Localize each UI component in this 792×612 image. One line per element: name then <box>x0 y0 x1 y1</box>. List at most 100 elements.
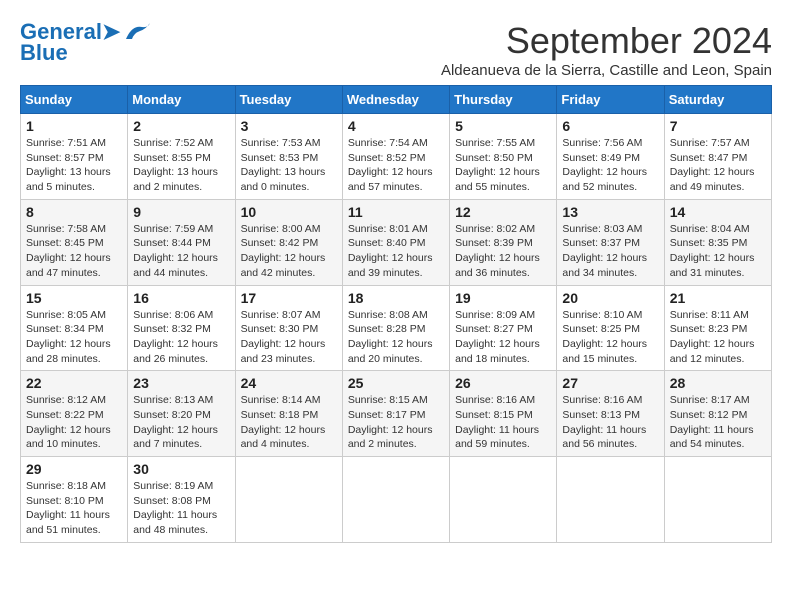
calendar-cell: 13 Sunrise: 8:03 AM Sunset: 8:37 PM Dayli… <box>557 199 664 285</box>
weekday-header-friday: Friday <box>557 86 664 114</box>
page-header: General➤ Blue September 2024 Aldeanueva … <box>20 20 772 79</box>
day-number: 8 <box>26 204 122 220</box>
day-number: 26 <box>455 375 551 391</box>
calendar-cell: 3 Sunrise: 7:53 AM Sunset: 8:53 PM Daylig… <box>235 114 342 200</box>
day-number: 15 <box>26 290 122 306</box>
weekday-header-tuesday: Tuesday <box>235 86 342 114</box>
day-number: 11 <box>348 204 444 220</box>
day-number: 13 <box>562 204 658 220</box>
day-info: Sunrise: 7:57 AM Sunset: 8:47 PM Dayligh… <box>670 136 766 195</box>
calendar-cell: 15 Sunrise: 8:05 AM Sunset: 8:34 PM Dayli… <box>21 285 128 371</box>
calendar-cell: 19 Sunrise: 8:09 AM Sunset: 8:27 PM Dayli… <box>450 285 557 371</box>
day-info: Sunrise: 8:14 AM Sunset: 8:18 PM Dayligh… <box>241 393 337 452</box>
calendar-cell: 20Sunrise: 8:10 AM Sunset: 8:25 PM Dayli… <box>557 285 664 371</box>
day-number: 4 <box>348 118 444 134</box>
week-row-4: 22 Sunrise: 8:12 AM Sunset: 8:22 PM Dayli… <box>21 371 772 457</box>
calendar-cell: 6 Sunrise: 7:56 AM Sunset: 8:49 PM Daylig… <box>557 114 664 200</box>
day-info: Sunrise: 8:04 AM Sunset: 8:35 PM Dayligh… <box>670 222 766 281</box>
logo-bird-icon <box>124 21 152 43</box>
logo: General➤ Blue <box>20 20 152 66</box>
calendar-cell: 16 Sunrise: 8:06 AM Sunset: 8:32 PM Dayli… <box>128 285 235 371</box>
day-info: Sunrise: 8:09 AM Sunset: 8:27 PM Dayligh… <box>455 308 551 367</box>
day-number: 14 <box>670 204 766 220</box>
calendar-cell <box>450 457 557 543</box>
day-info: Sunrise: 8:15 AM Sunset: 8:17 PM Dayligh… <box>348 393 444 452</box>
weekday-header-row: SundayMondayTuesdayWednesdayThursdayFrid… <box>21 86 772 114</box>
weekday-header-thursday: Thursday <box>450 86 557 114</box>
day-info: Sunrise: 8:07 AM Sunset: 8:30 PM Dayligh… <box>241 308 337 367</box>
day-number: 5 <box>455 118 551 134</box>
day-info: Sunrise: 7:54 AM Sunset: 8:52 PM Dayligh… <box>348 136 444 195</box>
day-number: 9 <box>133 204 229 220</box>
calendar-cell: 9 Sunrise: 7:59 AM Sunset: 8:44 PM Daylig… <box>128 199 235 285</box>
week-row-2: 8 Sunrise: 7:58 AM Sunset: 8:45 PM Daylig… <box>21 199 772 285</box>
calendar-cell: 17 Sunrise: 8:07 AM Sunset: 8:30 PM Dayli… <box>235 285 342 371</box>
day-info: Sunrise: 7:52 AM Sunset: 8:55 PM Dayligh… <box>133 136 229 195</box>
day-number: 24 <box>241 375 337 391</box>
day-number: 25 <box>348 375 444 391</box>
calendar-cell: 26 Sunrise: 8:16 AM Sunset: 8:15 PM Dayli… <box>450 371 557 457</box>
day-info: Sunrise: 8:03 AM Sunset: 8:37 PM Dayligh… <box>562 222 658 281</box>
day-number: 3 <box>241 118 337 134</box>
day-info: Sunrise: 8:02 AM Sunset: 8:39 PM Dayligh… <box>455 222 551 281</box>
day-info: Sunrise: 8:16 AM Sunset: 8:15 PM Dayligh… <box>455 393 551 452</box>
day-info: Sunrise: 8:16 AM Sunset: 8:13 PM Dayligh… <box>562 393 658 452</box>
weekday-header-saturday: Saturday <box>664 86 771 114</box>
day-number: 19 <box>455 290 551 306</box>
calendar-cell <box>342 457 449 543</box>
calendar-cell: 4 Sunrise: 7:54 AM Sunset: 8:52 PM Daylig… <box>342 114 449 200</box>
day-info: Sunrise: 7:56 AM Sunset: 8:49 PM Dayligh… <box>562 136 658 195</box>
weekday-header-sunday: Sunday <box>21 86 128 114</box>
week-row-5: 29 Sunrise: 8:18 AM Sunset: 8:10 PM Dayli… <box>21 457 772 543</box>
day-number: 16 <box>133 290 229 306</box>
day-info: Sunrise: 7:59 AM Sunset: 8:44 PM Dayligh… <box>133 222 229 281</box>
calendar-cell: 10Sunrise: 8:00 AM Sunset: 8:42 PM Dayli… <box>235 199 342 285</box>
day-number: 1 <box>26 118 122 134</box>
day-number: 17 <box>241 290 337 306</box>
day-number: 12 <box>455 204 551 220</box>
day-number: 2 <box>133 118 229 134</box>
calendar-cell: 18Sunrise: 8:08 AM Sunset: 8:28 PM Dayli… <box>342 285 449 371</box>
calendar-cell <box>557 457 664 543</box>
calendar-cell: 11 Sunrise: 8:01 AM Sunset: 8:40 PM Dayli… <box>342 199 449 285</box>
calendar-cell <box>664 457 771 543</box>
day-number: 30 <box>133 461 229 477</box>
week-row-1: 1Sunrise: 7:51 AM Sunset: 8:57 PM Daylig… <box>21 114 772 200</box>
day-info: Sunrise: 7:58 AM Sunset: 8:45 PM Dayligh… <box>26 222 122 281</box>
day-info: Sunrise: 8:01 AM Sunset: 8:40 PM Dayligh… <box>348 222 444 281</box>
calendar-cell: 25 Sunrise: 8:15 AM Sunset: 8:17 PM Dayli… <box>342 371 449 457</box>
title-block: September 2024 Aldeanueva de la Sierra, … <box>441 20 772 79</box>
calendar-cell <box>235 457 342 543</box>
day-number: 20 <box>562 290 658 306</box>
calendar-table: SundayMondayTuesdayWednesdayThursdayFrid… <box>20 85 772 543</box>
calendar-cell: 23Sunrise: 8:13 AM Sunset: 8:20 PM Dayli… <box>128 371 235 457</box>
day-info: Sunrise: 8:17 AM Sunset: 8:12 PM Dayligh… <box>670 393 766 452</box>
calendar-cell: 8 Sunrise: 7:58 AM Sunset: 8:45 PM Daylig… <box>21 199 128 285</box>
day-info: Sunrise: 8:12 AM Sunset: 8:22 PM Dayligh… <box>26 393 122 452</box>
day-number: 29 <box>26 461 122 477</box>
weekday-header-wednesday: Wednesday <box>342 86 449 114</box>
calendar-cell: 2 Sunrise: 7:52 AM Sunset: 8:55 PM Daylig… <box>128 114 235 200</box>
day-info: Sunrise: 8:19 AM Sunset: 8:08 PM Dayligh… <box>133 479 229 538</box>
logo-blue-text: Blue <box>20 40 68 66</box>
calendar-cell: 12 Sunrise: 8:02 AM Sunset: 8:39 PM Dayli… <box>450 199 557 285</box>
day-info: Sunrise: 8:00 AM Sunset: 8:42 PM Dayligh… <box>241 222 337 281</box>
day-number: 22 <box>26 375 122 391</box>
day-info: Sunrise: 8:11 AM Sunset: 8:23 PM Dayligh… <box>670 308 766 367</box>
day-number: 21 <box>670 290 766 306</box>
day-info: Sunrise: 8:13 AM Sunset: 8:20 PM Dayligh… <box>133 393 229 452</box>
weekday-header-monday: Monday <box>128 86 235 114</box>
calendar-cell: 21 Sunrise: 8:11 AM Sunset: 8:23 PM Dayli… <box>664 285 771 371</box>
location-subtitle: Aldeanueva de la Sierra, Castille and Le… <box>441 62 772 79</box>
day-number: 27 <box>562 375 658 391</box>
day-number: 6 <box>562 118 658 134</box>
day-number: 7 <box>670 118 766 134</box>
calendar-cell: 5 Sunrise: 7:55 AM Sunset: 8:50 PM Daylig… <box>450 114 557 200</box>
day-info: Sunrise: 7:55 AM Sunset: 8:50 PM Dayligh… <box>455 136 551 195</box>
day-info: Sunrise: 7:53 AM Sunset: 8:53 PM Dayligh… <box>241 136 337 195</box>
day-info: Sunrise: 8:06 AM Sunset: 8:32 PM Dayligh… <box>133 308 229 367</box>
day-info: Sunrise: 8:18 AM Sunset: 8:10 PM Dayligh… <box>26 479 122 538</box>
calendar-cell: 29 Sunrise: 8:18 AM Sunset: 8:10 PM Dayli… <box>21 457 128 543</box>
day-info: Sunrise: 8:05 AM Sunset: 8:34 PM Dayligh… <box>26 308 122 367</box>
calendar-cell: 24 Sunrise: 8:14 AM Sunset: 8:18 PM Dayli… <box>235 371 342 457</box>
